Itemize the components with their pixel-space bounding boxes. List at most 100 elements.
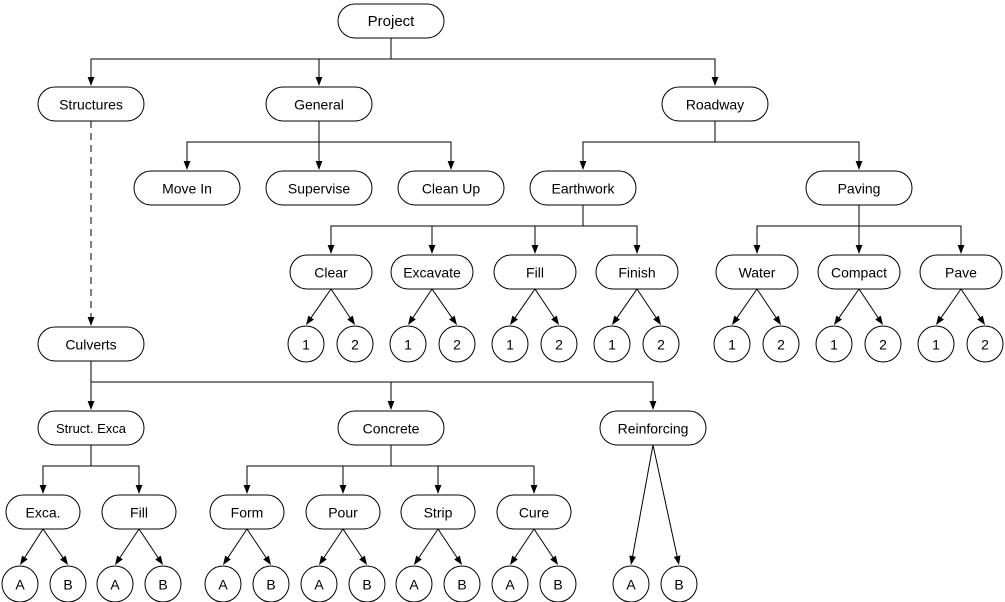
node-pave[interactable]: Pave [919, 254, 1003, 290]
node-clear1[interactable]: 1 [287, 325, 325, 363]
node-circle[interactable] [762, 325, 800, 363]
node-project[interactable]: Project [337, 3, 445, 39]
node-compact[interactable]: Compact [817, 254, 901, 290]
node-stadium[interactable] [209, 494, 285, 530]
node-stadium[interactable] [715, 254, 799, 290]
node-structures[interactable]: Structures [37, 86, 145, 122]
node-water2[interactable]: 2 [762, 325, 800, 363]
node-movein[interactable]: Move In [133, 170, 241, 206]
node-circle[interactable] [287, 325, 325, 363]
node-compact1[interactable]: 1 [815, 325, 853, 363]
node-stadium[interactable] [305, 494, 381, 530]
node-strip[interactable]: Strip [400, 494, 476, 530]
node-circle[interactable] [642, 325, 680, 363]
node-stadium[interactable] [397, 170, 505, 206]
node-structexca[interactable]: Struct. Exca [37, 410, 145, 446]
node-circle[interactable] [252, 565, 290, 602]
node-cureB[interactable]: B [539, 565, 577, 602]
node-fillseB[interactable]: B [144, 565, 182, 602]
node-fill_se[interactable]: Fill [101, 494, 177, 530]
node-circle[interactable] [1, 565, 39, 602]
node-fillseA[interactable]: A [96, 565, 134, 602]
node-stadium[interactable] [661, 86, 769, 122]
node-excavate1[interactable]: 1 [389, 325, 427, 363]
node-pourB[interactable]: B [348, 565, 386, 602]
node-form[interactable]: Form [209, 494, 285, 530]
node-excaB[interactable]: B [49, 565, 87, 602]
node-circle[interactable] [300, 565, 338, 602]
node-earthwork[interactable]: Earthwork [529, 170, 637, 206]
node-stadium[interactable] [101, 494, 177, 530]
node-circle[interactable] [144, 565, 182, 602]
node-circle[interactable] [612, 565, 650, 602]
node-finish1[interactable]: 1 [593, 325, 631, 363]
node-stadium[interactable] [337, 3, 445, 39]
node-circle[interactable] [966, 325, 1004, 363]
node-circle[interactable] [49, 565, 87, 602]
node-circle[interactable] [443, 565, 481, 602]
node-clear2[interactable]: 2 [336, 325, 374, 363]
node-exca[interactable]: Exca. [5, 494, 81, 530]
node-circle[interactable] [815, 325, 853, 363]
node-concrete[interactable]: Concrete [337, 410, 445, 446]
node-stadium[interactable] [400, 494, 476, 530]
node-stadium[interactable] [37, 86, 145, 122]
node-reinfB[interactable]: B [660, 565, 698, 602]
node-stadium[interactable] [37, 410, 145, 446]
node-stadium[interactable] [595, 254, 679, 290]
node-pave1[interactable]: 1 [917, 325, 955, 363]
node-formB[interactable]: B [252, 565, 290, 602]
node-fillew2[interactable]: 2 [540, 325, 578, 363]
node-circle[interactable] [660, 565, 698, 602]
node-paving[interactable]: Paving [805, 170, 913, 206]
node-excaA[interactable]: A [1, 565, 39, 602]
node-fill_ew[interactable]: Fill [493, 254, 577, 290]
node-circle[interactable] [864, 325, 902, 363]
node-finish[interactable]: Finish [595, 254, 679, 290]
node-stadium[interactable] [390, 254, 474, 290]
node-cure[interactable]: Cure [496, 494, 572, 530]
node-circle[interactable] [491, 325, 529, 363]
node-pave2[interactable]: 2 [966, 325, 1004, 363]
node-finish2[interactable]: 2 [642, 325, 680, 363]
node-compact2[interactable]: 2 [864, 325, 902, 363]
node-formA[interactable]: A [204, 565, 242, 602]
node-reinfA[interactable]: A [612, 565, 650, 602]
node-stadium[interactable] [337, 410, 445, 446]
node-water1[interactable]: 1 [713, 325, 751, 363]
node-stadium[interactable] [265, 86, 373, 122]
node-stadium[interactable] [265, 170, 373, 206]
node-stadium[interactable] [289, 254, 373, 290]
node-stadium[interactable] [493, 254, 577, 290]
node-stadium[interactable] [599, 410, 707, 446]
node-water[interactable]: Water [715, 254, 799, 290]
node-circle[interactable] [389, 325, 427, 363]
node-reinforcing[interactable]: Reinforcing [599, 410, 707, 446]
node-excavate2[interactable]: 2 [438, 325, 476, 363]
node-circle[interactable] [593, 325, 631, 363]
node-circle[interactable] [438, 325, 476, 363]
node-circle[interactable] [491, 565, 529, 602]
node-stadium[interactable] [805, 170, 913, 206]
node-stadium[interactable] [919, 254, 1003, 290]
node-circle[interactable] [917, 325, 955, 363]
node-culverts[interactable]: Culverts [37, 326, 145, 362]
node-general[interactable]: General [265, 86, 373, 122]
node-stripB[interactable]: B [443, 565, 481, 602]
node-pour[interactable]: Pour [305, 494, 381, 530]
node-clear[interactable]: Clear [289, 254, 373, 290]
node-roadway[interactable]: Roadway [661, 86, 769, 122]
node-circle[interactable] [96, 565, 134, 602]
node-cureA[interactable]: A [491, 565, 529, 602]
node-circle[interactable] [539, 565, 577, 602]
node-stripA[interactable]: A [395, 565, 433, 602]
node-circle[interactable] [348, 565, 386, 602]
node-circle[interactable] [395, 565, 433, 602]
node-stadium[interactable] [817, 254, 901, 290]
node-fillew1[interactable]: 1 [491, 325, 529, 363]
node-stadium[interactable] [37, 326, 145, 362]
node-circle[interactable] [540, 325, 578, 363]
node-stadium[interactable] [529, 170, 637, 206]
node-stadium[interactable] [133, 170, 241, 206]
node-pourA[interactable]: A [300, 565, 338, 602]
